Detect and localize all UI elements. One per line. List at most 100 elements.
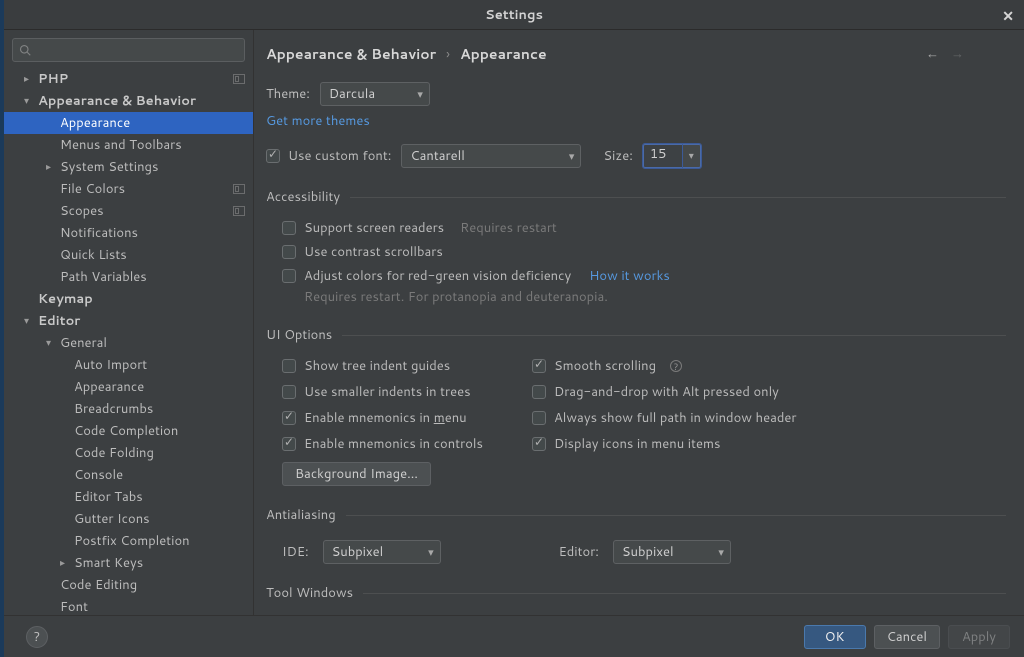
tree-row[interactable]: ▾Editor [4,310,253,332]
tree-label: Path Variables [60,268,147,286]
tree-row[interactable]: ▾Appearance & Behavior [4,90,253,112]
divider [346,515,1006,516]
bg-image-row: Background Image… [282,462,1006,486]
use-custom-font-check[interactable]: Use custom font: [266,144,391,168]
dnd-alt-checkbox[interactable] [532,385,546,399]
cancel-button[interactable]: Cancel [874,625,940,649]
tree-row[interactable]: Appearance [4,112,253,134]
background-image-button[interactable]: Background Image… [282,462,431,486]
section-title-aa: Antialiasing [266,506,1006,524]
search-wrap [4,30,253,68]
tree-row[interactable]: ▾General [4,332,253,354]
tree-row[interactable]: Postfix Completion [4,530,253,552]
apply-button[interactable]: Apply [948,625,1010,649]
ui-grid: Show tree indent guides Smooth scrolling… [282,354,1006,456]
tree-label: System Settings [60,158,158,176]
dnd-alt-check[interactable]: Drag-and-drop with Alt pressed only [532,380,1006,404]
ui-title: UI Options [266,326,332,344]
chevron-right-icon: ▸ [60,556,70,570]
tree-row[interactable]: Auto Import [4,354,253,376]
icons-menu-checkbox[interactable] [532,437,546,451]
tree-row[interactable]: Console [4,464,253,486]
tree-row[interactable]: ▸Smart Keys [4,552,253,574]
tree-guides-label: Show tree indent guides [304,357,450,375]
info-icon[interactable]: ? [670,360,682,372]
how-it-works-link[interactable]: How it works [589,267,670,285]
tree-label: Code Folding [74,444,154,462]
tree-row[interactable]: Code Editing [4,574,253,596]
tree-row[interactable]: Appearance [4,376,253,398]
mnemonics-menu-label: Enable mnemonics in menu [304,409,467,427]
search-input[interactable] [12,38,245,62]
mnemonics-menu-checkbox[interactable] [282,411,296,425]
aa-ide-combo[interactable]: Subpixel [323,540,441,564]
font-size-input[interactable]: 15 [643,144,683,168]
tree-row[interactable]: ▸PHP [4,68,253,90]
smaller-indents-check[interactable]: Use smaller indents in trees [282,380,512,404]
help-button[interactable]: ? [26,626,48,648]
smooth-scroll-check[interactable]: Smooth scrolling? [532,354,1006,378]
t: m [434,409,445,427]
tree-row[interactable]: Code Folding [4,442,253,464]
tree-guides-checkbox[interactable] [282,359,296,373]
tree-row[interactable]: Keymap [4,288,253,310]
ok-label: OK [825,628,845,646]
aa-editor-label: Editor: [559,543,599,561]
tree-label: Postfix Completion [74,532,190,550]
tree-row[interactable]: Font [4,596,253,615]
tree-label: Keymap [38,290,93,308]
ui-body: Show tree indent guides Smooth scrolling… [266,344,1006,486]
smooth-scroll-checkbox[interactable] [532,359,546,373]
font-family-combo[interactable]: Cantarell [401,144,581,168]
screen-readers-checkbox[interactable] [282,221,296,235]
tree-row[interactable]: ▸System Settings [4,156,253,178]
tree-label: Console [74,466,123,484]
mnemonics-controls-checkbox[interactable] [282,437,296,451]
theme-combo[interactable]: Darcula [320,82,430,106]
tree-row[interactable]: Menus and Toolbars [4,134,253,156]
tree-row[interactable]: File Colors [4,178,253,200]
tree-label: Auto Import [74,356,147,374]
tree-row[interactable]: Path Variables [4,266,253,288]
settings-dialog: Settings ✕ ▸PHP▾Appearance & BehaviorApp… [0,0,1024,657]
chevron-right-icon: › [446,44,450,64]
tree-row[interactable]: Notifications [4,222,253,244]
dialog-footer: ? OK Cancel Apply [4,615,1024,657]
aa-editor-combo[interactable]: Subpixel [613,540,731,564]
window-title: Settings [485,6,543,24]
tree-guides-check[interactable]: Show tree indent guides [282,354,512,378]
tree-row[interactable]: Scopes [4,200,253,222]
full-path-check[interactable]: Always show full path in window header [532,406,1006,430]
nav-forward-icon[interactable]: → [951,45,964,63]
tree-row[interactable]: Code Completion [4,420,253,442]
tree-label: Editor Tabs [74,488,143,506]
full-path-checkbox[interactable] [532,411,546,425]
form-area[interactable]: Theme: Darcula Get more themes Use custo… [254,74,1024,615]
tree-row[interactable]: Quick Lists [4,244,253,266]
close-icon[interactable]: ✕ [1002,6,1014,26]
get-more-themes-link[interactable]: Get more themes [266,112,370,130]
t: enu [445,409,467,427]
color-deficiency-checkbox[interactable] [282,269,296,283]
font-size-step[interactable] [683,144,701,168]
settings-tree[interactable]: ▸PHP▾Appearance & BehaviorAppearanceMenu… [4,68,253,615]
tree-label: Code Editing [60,576,137,594]
smaller-indents-checkbox[interactable] [282,385,296,399]
tree-row[interactable]: Editor Tabs [4,486,253,508]
icons-menu-check[interactable]: Display icons in menu items [532,432,1006,456]
tree-label: Scopes [60,202,104,220]
section-title-ui: UI Options [266,326,1006,344]
mnemonics-controls-check[interactable]: Enable mnemonics in controls [282,432,512,456]
tree-row[interactable]: Breadcrumbs [4,398,253,420]
background-image-label: Background Image… [295,465,418,483]
ok-button[interactable]: OK [804,625,866,649]
aa-ide-label: IDE: [282,543,309,561]
mnemonics-menu-check[interactable]: Enable mnemonics in menu [282,406,512,430]
tw-body: Show tool window bars Show tool window n… [266,602,1006,615]
divider [350,197,1006,198]
use-custom-font-checkbox[interactable] [266,149,280,163]
contrast-scrollbars-checkbox[interactable] [282,245,296,259]
font-size-stepper[interactable]: 15 [643,144,701,168]
nav-back-icon[interactable]: ← [926,45,939,63]
tree-row[interactable]: Gutter Icons [4,508,253,530]
